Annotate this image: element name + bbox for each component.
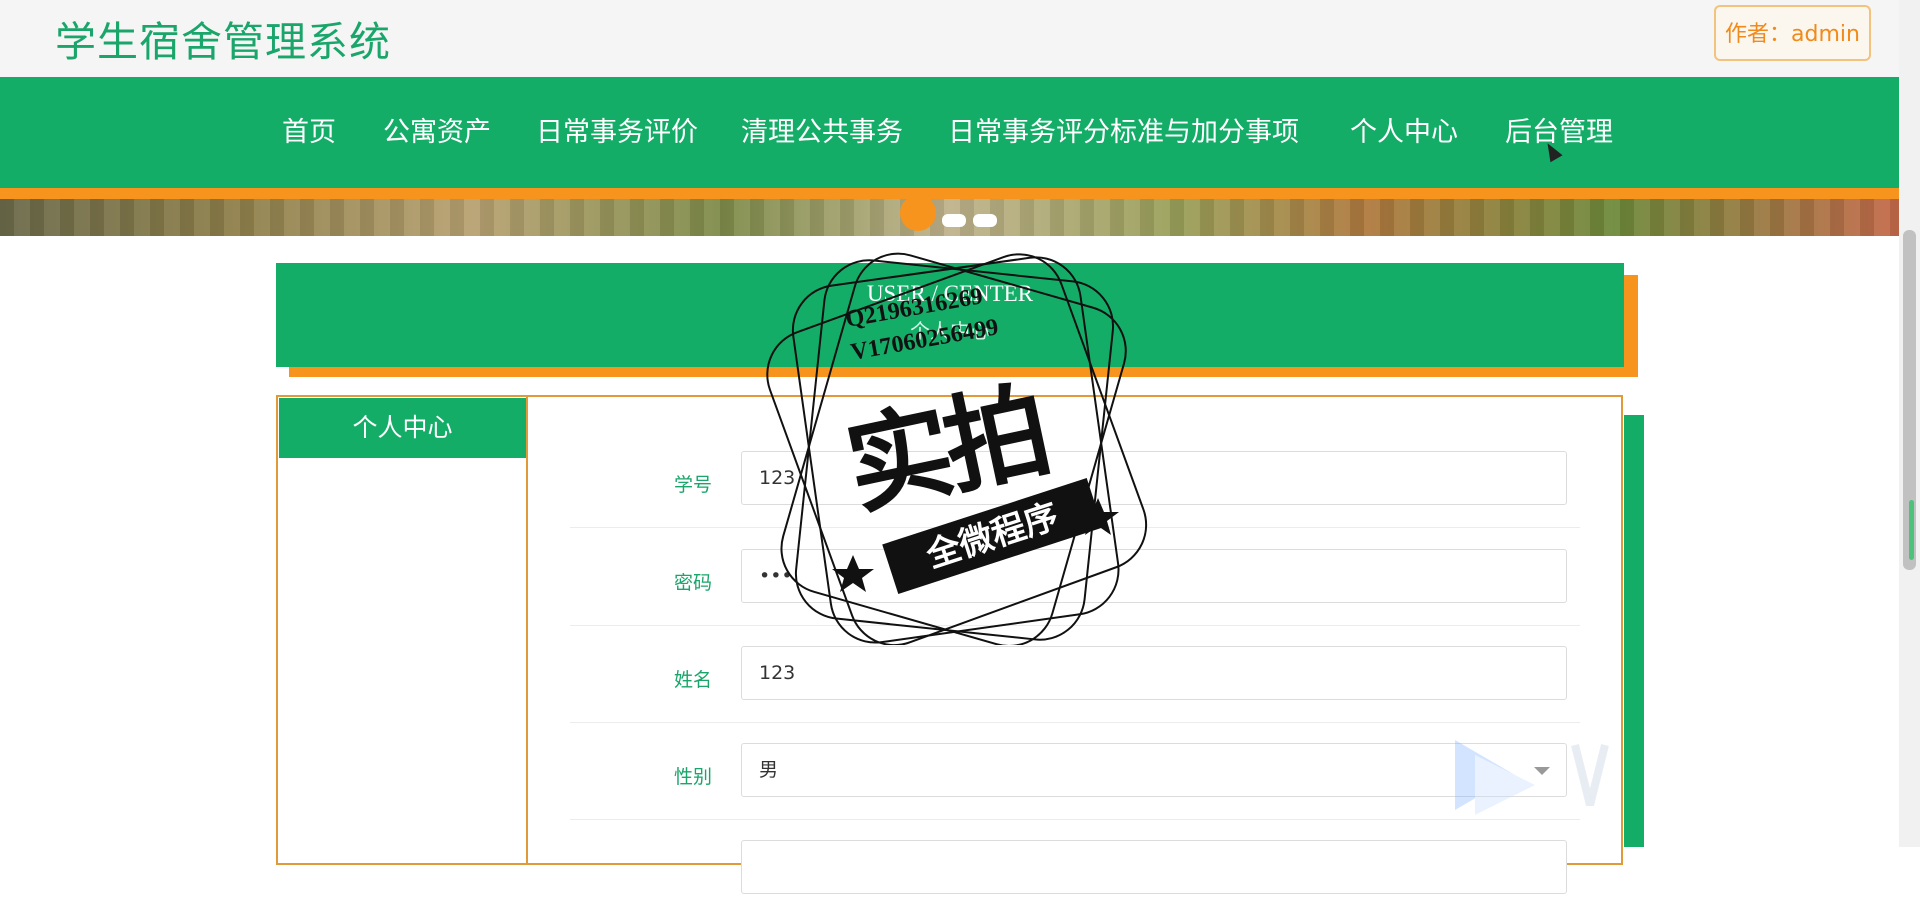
page-header-chinese: 个人中心 — [910, 319, 990, 343]
password-label: 密码 — [673, 572, 712, 594]
sidebar-title[interactable]: 个人中心 — [279, 398, 526, 458]
form-row-name: 姓名 123 — [570, 625, 1580, 723]
panel-green-edge — [1624, 415, 1644, 847]
nav-item-daily-affairs-evaluation[interactable]: 日常事务评价 — [536, 110, 698, 149]
name-label: 姓名 — [673, 669, 712, 691]
author-button[interactable]: 作者：admin — [1714, 5, 1871, 61]
carousel-dot-3[interactable] — [973, 214, 997, 227]
password-input[interactable]: ••• — [741, 549, 1567, 603]
nav-orange-strip — [0, 188, 1899, 199]
carousel-dot-1[interactable] — [900, 195, 936, 231]
scrollbar-indicator — [1909, 500, 1914, 560]
sidebar — [276, 395, 528, 865]
nav-item-admin[interactable]: 后台管理 — [1505, 110, 1613, 149]
gender-select[interactable]: 男 — [741, 743, 1567, 797]
nav-item-scoring-standards[interactable]: 日常事务评分标准与加分事项 — [948, 110, 1299, 149]
page-header-english: USER / CENTER — [866, 281, 1034, 306]
top-bar: 学生宿舍管理系统 作者：admin — [0, 0, 1899, 77]
nav-item-home[interactable]: 首页 — [282, 110, 336, 149]
gender-select-value: 男 — [759, 759, 779, 781]
nav-item-public-cleaning[interactable]: 清理公共事务 — [741, 110, 903, 149]
form-row-student-id: 学号 123 — [570, 430, 1580, 528]
form-row-password: 密码 ••• — [570, 528, 1580, 626]
page-header: USER / CENTER 个人中心 — [276, 263, 1624, 367]
form-row-next — [570, 819, 1580, 916]
carousel-dot-2[interactable] — [942, 214, 966, 227]
next-field-input[interactable] — [741, 840, 1567, 894]
site-title: 学生宿舍管理系统 — [55, 18, 391, 66]
student-id-input[interactable]: 123 — [741, 451, 1567, 505]
corner-watermark-logo — [1455, 740, 1609, 815]
form-row-gender: 性别 男 — [570, 722, 1580, 820]
name-input[interactable]: 123 — [741, 646, 1567, 700]
nav-item-apartment-assets[interactable]: 公寓资产 — [383, 110, 491, 149]
main-nav: 首页 公寓资产 日常事务评价 清理公共事务 日常事务评分标准与加分事项 个人中心… — [0, 77, 1899, 188]
nav-item-personal-center[interactable]: 个人中心 — [1350, 110, 1458, 149]
gender-label: 性别 — [673, 766, 712, 788]
student-id-label: 学号 — [673, 474, 712, 496]
